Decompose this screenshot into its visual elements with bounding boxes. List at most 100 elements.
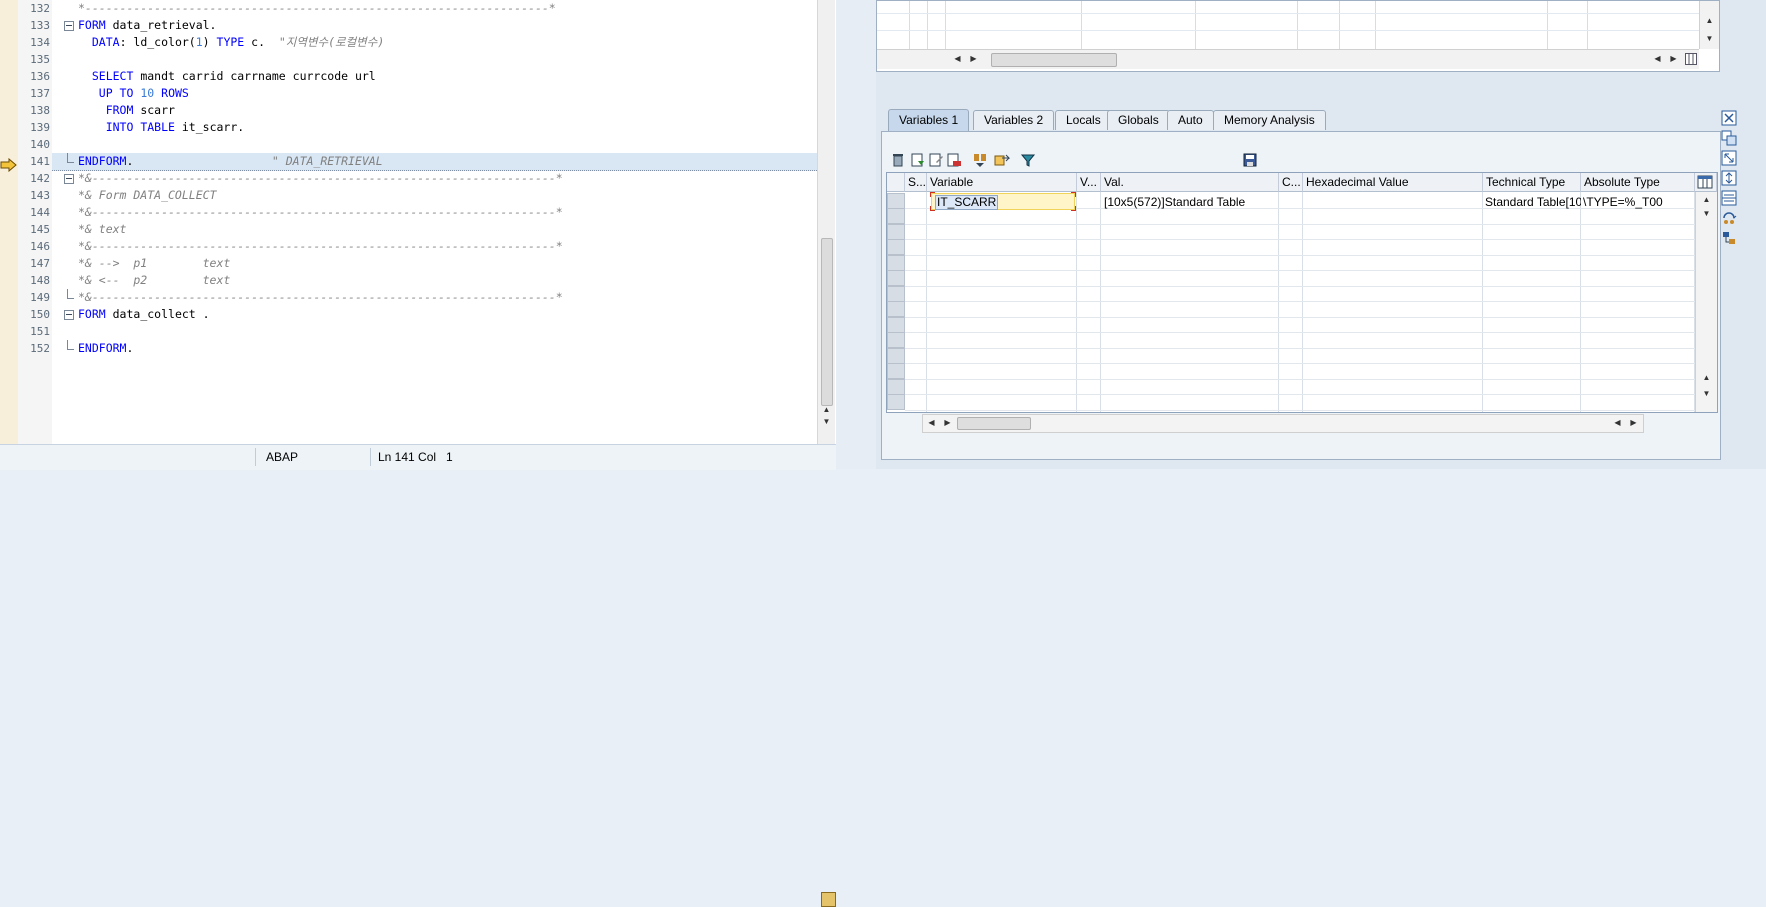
scroll-down-icon[interactable]: ▼ (1698, 208, 1715, 220)
scroll-up-icon[interactable]: ▲ (1698, 372, 1715, 384)
technical-type-cell[interactable]: Standard Table[10... (1485, 194, 1581, 210)
row-selector[interactable] (887, 347, 905, 364)
code-line[interactable]: FORM data_collect . (52, 306, 817, 323)
download-icon[interactable] (972, 152, 988, 168)
row-selector[interactable] (887, 316, 905, 333)
code-line[interactable]: DATA: ld_color(1) TYPE c. "지역변수(로컬변수) (52, 34, 817, 51)
row-selector[interactable] (887, 394, 905, 410)
row-selector[interactable] (887, 254, 905, 271)
row-selector[interactable] (887, 378, 905, 395)
code-line[interactable]: *& <-- p2 text (52, 272, 817, 289)
scroll-left-icon[interactable]: ◀ (923, 417, 940, 429)
column-settings-icon[interactable] (1695, 173, 1717, 192)
editor-vertical-scrollbar[interactable]: ▲ ▼ (817, 0, 835, 444)
row-selector[interactable] (887, 285, 905, 302)
layout-icon[interactable] (1721, 130, 1737, 146)
refresh-icon[interactable] (1721, 210, 1737, 226)
split-icon[interactable] (1721, 170, 1737, 186)
scroll-right-icon[interactable]: ▶ (1665, 53, 1682, 65)
col-header-technical-type[interactable]: Technical Type (1483, 173, 1581, 192)
tab-variables-1[interactable]: Variables 1 (888, 109, 970, 131)
row-selector[interactable] (887, 223, 905, 240)
code-line[interactable]: *&--------------------------------------… (52, 170, 817, 187)
scroll-down-icon[interactable]: ▼ (1698, 388, 1715, 400)
editor-options-icon[interactable] (821, 892, 836, 907)
scroll-down-icon[interactable]: ▼ (1701, 33, 1718, 45)
tab-auto[interactable]: Auto (1167, 110, 1214, 130)
fold-toggle-icon[interactable] (64, 21, 74, 31)
scroll-left-icon[interactable]: ◀ (1609, 417, 1626, 429)
code-line[interactable]: UP TO 10 ROWS (52, 85, 817, 102)
code-line[interactable] (52, 51, 817, 68)
code-line[interactable]: *&--------------------------------------… (52, 289, 817, 306)
upper-grid-vscroll[interactable]: ▲ ▼ (1699, 1, 1719, 49)
fold-toggle-icon[interactable] (64, 174, 74, 184)
edit-icon[interactable] (928, 152, 944, 168)
code-line[interactable]: INTO TABLE it_scarr. (52, 119, 817, 136)
tab-variables-2[interactable]: Variables 2 (973, 110, 1055, 130)
scroll-up-icon[interactable]: ▲ (1701, 15, 1718, 27)
tab-globals[interactable]: Globals (1107, 110, 1170, 130)
col-header-absolute-type[interactable]: Absolute Type (1581, 173, 1695, 192)
columns-icon[interactable] (1721, 190, 1737, 206)
col-header-value[interactable]: Val. (1101, 173, 1279, 192)
grid-vertical-scrollbar[interactable]: ▲ ▼ ▲ ▼ (1695, 192, 1717, 412)
code-line[interactable]: *& Form DATA_COLLECT (52, 187, 817, 204)
code-line[interactable]: *&--------------------------------------… (52, 238, 817, 255)
grid-scroll-thumb[interactable] (957, 417, 1031, 430)
row-selector[interactable] (887, 332, 905, 348)
code-area[interactable]: *---------------------------------------… (52, 0, 817, 444)
code-line[interactable] (52, 323, 817, 340)
code-editor[interactable]: *---------------------------------------… (0, 0, 836, 907)
absolute-type-cell[interactable]: \TYPE=%_T00 (1583, 194, 1695, 210)
row-selector[interactable] (887, 208, 905, 224)
value-cell[interactable]: [10x5(572)]Standard Table (1104, 194, 1279, 210)
scroll-left-icon[interactable]: ◀ (1649, 53, 1666, 65)
code-line[interactable]: FROM scarr (52, 102, 817, 119)
scroll-left-icon[interactable]: ◀ (949, 53, 966, 65)
upper-grid-hscroll[interactable]: ◀ ▶ ◀ ▶ (877, 49, 1699, 69)
pane-splitter[interactable] (836, 0, 876, 469)
settings-icon[interactable] (1721, 230, 1737, 246)
delete-icon[interactable] (890, 152, 906, 168)
col-header-v[interactable]: V... (1077, 173, 1101, 192)
grid-horizontal-scrollbar[interactable]: ◀ ▶ ◀ ▶ (922, 414, 1644, 433)
columns-icon[interactable] (1685, 53, 1697, 65)
save-icon[interactable] (1242, 152, 1258, 168)
row-selector[interactable] (887, 239, 905, 255)
tab-memory-analysis[interactable]: Memory Analysis (1213, 110, 1326, 130)
scroll-right-icon[interactable]: ▶ (939, 417, 956, 429)
scroll-right-icon[interactable]: ▶ (1625, 417, 1642, 429)
row-selector[interactable] (887, 192, 905, 209)
fold-toggle-icon[interactable] (64, 310, 74, 320)
col-header-hex[interactable]: Hexadecimal Value (1303, 173, 1483, 192)
scroll-right-icon[interactable]: ▶ (965, 53, 982, 65)
upper-grid-scroll-thumb[interactable] (991, 53, 1117, 67)
display-icon[interactable] (910, 152, 926, 168)
tab-locals[interactable]: Locals (1055, 110, 1112, 130)
editor-scroll-thumb[interactable] (821, 238, 833, 406)
code-line[interactable]: *& text (52, 221, 817, 238)
code-line[interactable]: *& --> p1 text (52, 255, 817, 272)
variable-input[interactable]: IT_SCARR (930, 192, 1076, 211)
row-selector[interactable] (887, 270, 905, 286)
filter-icon[interactable] (1020, 152, 1036, 168)
close-panel-icon[interactable] (1721, 110, 1737, 126)
current-code-line[interactable]: ENDFORM. " DATA_RETRIEVAL (52, 153, 817, 171)
breakpoint-gutter[interactable] (0, 0, 19, 444)
col-header-status[interactable]: S... (905, 173, 927, 192)
row-selector[interactable] (887, 301, 905, 317)
variables-grid[interactable]: S... Variable V... Val. C... Hexadecimal… (886, 172, 1718, 413)
maximize-icon[interactable] (1721, 150, 1737, 166)
variable-input-text[interactable]: IT_SCARR (935, 195, 999, 210)
row-selector[interactable] (887, 363, 905, 379)
scroll-down-icon[interactable]: ▼ (818, 416, 835, 428)
code-line[interactable]: *---------------------------------------… (52, 0, 817, 17)
code-line[interactable]: FORM data_retrieval. (52, 17, 817, 34)
insert-icon[interactable] (946, 152, 962, 168)
code-line[interactable]: ENDFORM. (52, 340, 817, 357)
upper-data-grid[interactable]: ▲ ▼ ◀ ▶ ◀ ▶ (876, 0, 1720, 72)
export-icon[interactable] (994, 152, 1010, 168)
code-line[interactable]: SELECT mandt carrid carrname currcode ur… (52, 68, 817, 85)
code-line[interactable]: *&--------------------------------------… (52, 204, 817, 221)
